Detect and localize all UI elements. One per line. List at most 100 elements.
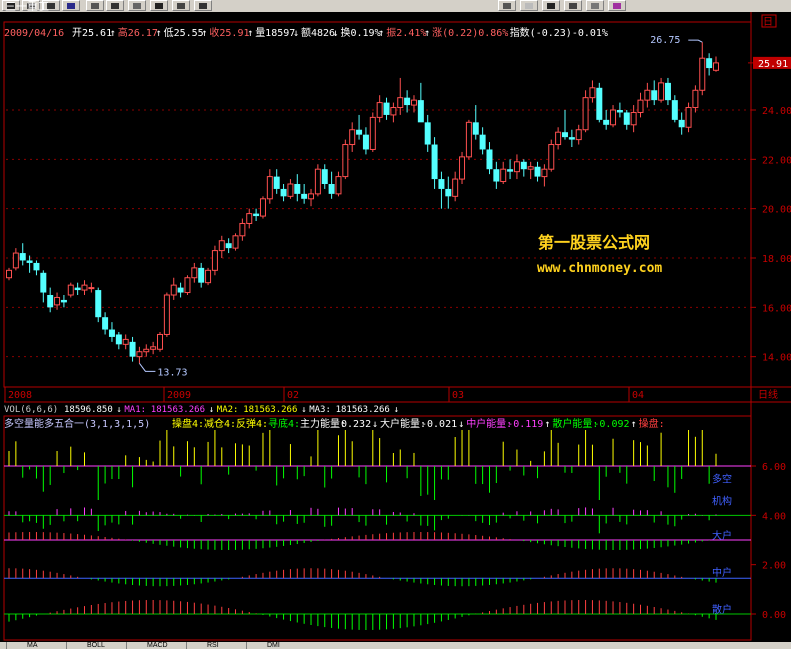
vol-legend-label: MA2: [217,405,239,415]
candle-body [170,284,177,296]
candle [376,95,383,123]
indicator-item-label: 反弹4: [236,417,268,430]
candle-body [575,129,582,141]
candle-body [342,144,349,178]
candle-body [136,351,143,358]
indicator-item-label: 中户能量: [466,417,512,430]
tab-rsi[interactable]: RSI [186,642,246,649]
vol-legend-label: VOL(6,6,6) [4,405,58,415]
candle [424,114,431,152]
vol-legend-value: 181563.266 [336,405,390,415]
candle-body [308,193,315,200]
candle [225,238,232,254]
candle [184,275,191,295]
candle-body [67,284,74,296]
candle [129,336,136,362]
candle-body [12,252,19,269]
indicator-tick-label: 6.00 [762,462,786,473]
candle [664,77,671,106]
candle-body [376,102,383,118]
candle-body [177,287,184,293]
candle-body [623,112,630,125]
price-tick-label: 18.00 [762,254,791,265]
candle-body [383,102,390,115]
candle-body [205,269,212,284]
candle [314,164,321,197]
indicator-tick-label: 0.00 [762,610,786,621]
candle [12,248,19,271]
candle [342,139,349,180]
candle-body [335,176,342,195]
header-turnover: 换0.19% [341,26,381,39]
candle-body [280,188,287,197]
stock-chart[interactable]: 24.00 22.00 20.00 18.00 16.00 14.00 25.91 26.75… [0,0,791,649]
indicator-item-label: 散户能量: [552,417,598,430]
tab-dmi[interactable]: DMI [246,642,306,649]
vol-legend-arrow: ↓ [116,405,121,415]
candle-body [102,317,109,330]
candle [74,282,81,295]
candle [500,161,507,184]
candle-body [19,253,26,261]
candle [678,112,685,135]
indicator-item-arrow: ↑ [631,419,637,430]
candle-body [122,338,129,345]
candle-body [541,168,548,178]
x-axis-label: 04 [632,390,644,401]
candle [637,92,644,118]
candle-body [616,110,623,113]
candle [294,174,301,202]
candle-body [287,183,294,197]
vol-legend-value: 181563.266 [151,405,205,415]
candle-body [129,341,136,357]
tab-boll[interactable]: BOLL [66,642,126,649]
candle [95,287,102,323]
indicator-panel-frame [3,415,752,641]
candle-body [321,169,328,184]
tab-macd[interactable]: MACD [126,642,186,649]
candle [561,110,568,140]
indicator-item-arrow: ↓ [458,419,464,430]
candle-body [644,89,651,101]
candle-body [40,272,47,293]
tab-ma[interactable]: MA [6,642,66,649]
candle [507,159,514,180]
candle [596,82,603,123]
candle [513,154,520,180]
arrow-glyph: ↓ [293,28,299,39]
candle-body [259,198,266,217]
candle [548,139,555,172]
candle-body [582,97,589,131]
candle [191,262,198,283]
x-axis-label: 日线 [758,388,778,401]
candle [60,295,67,308]
candle-body [88,287,95,290]
candle [253,208,260,221]
indicator-tick-label: 2.00 [762,561,786,572]
candle-body [548,144,555,170]
arrow-glyph: ↑ [424,28,430,39]
band-label: 中户 [712,566,732,579]
arrow-glyph: ↑ [247,28,253,39]
candle-body [507,169,514,172]
candle-body [637,99,644,113]
indicator-item-value: -0.119 [507,419,543,430]
candle [486,142,493,175]
candlestick-series [6,42,719,364]
candle [534,161,541,182]
candle [67,282,74,298]
candle [706,53,713,76]
current-price-label: 25.91 [758,59,788,70]
candle-body [163,294,170,335]
candle [369,112,376,152]
header-date: 2009/04/16 [4,28,64,39]
candle-body [678,119,685,128]
candle-body [74,287,81,291]
candle [321,164,328,189]
candle-body [713,62,719,71]
candle-body [410,99,417,106]
candle [122,334,129,350]
candle [19,243,26,266]
candle-body [356,129,363,135]
candle-body [692,89,699,109]
